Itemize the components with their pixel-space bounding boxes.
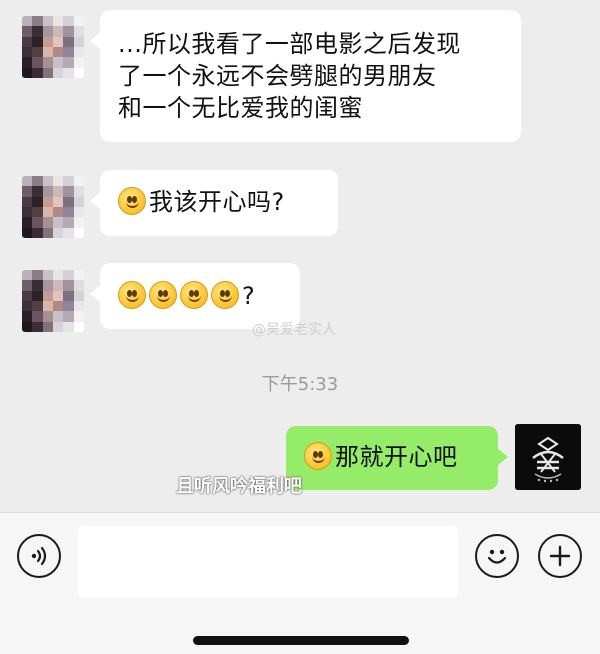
- emoji-button[interactable]: [475, 534, 519, 578]
- message-input[interactable]: [78, 526, 458, 598]
- smile-emoji-icon: [118, 187, 146, 215]
- message-line: 和一个无比爱我的闺蜜: [118, 94, 363, 122]
- watermark-text: @吴爱老实人: [252, 322, 336, 338]
- message-line: ...所以我看了一部电影之后发现: [118, 30, 461, 58]
- more-button[interactable]: [538, 534, 582, 578]
- contact-avatar[interactable]: [22, 270, 84, 332]
- smile-emoji-icon: [118, 281, 146, 309]
- smile-emoji-icon: [211, 281, 239, 309]
- home-indicator[interactable]: [193, 636, 409, 645]
- message-bubble-incoming[interactable]: ...所以我看了一部电影之后发现 了一个永远不会劈腿的男朋友 和一个无比爱我的闺…: [90, 10, 521, 142]
- smile-emoji-icon: [180, 281, 208, 309]
- message-text: ?: [242, 282, 256, 310]
- emoji-icon: [487, 549, 507, 564]
- voice-button[interactable]: [17, 534, 61, 578]
- message-text: 那就开心吧: [335, 443, 458, 471]
- smile-emoji-icon: [149, 281, 177, 309]
- user-avatar[interactable]: [515, 424, 581, 490]
- message-text: 我该开心吗?: [149, 188, 285, 216]
- message-timestamp: 下午5:33: [261, 374, 339, 395]
- contact-avatar[interactable]: [22, 176, 84, 238]
- smile-emoji-icon: [304, 442, 332, 470]
- chat-area: ...所以我看了一部电影之后发现 了一个永远不会劈腿的男朋友 和一个无比爱我的闺…: [0, 0, 600, 512]
- user-avatar-logo-icon: [515, 424, 581, 490]
- contact-avatar[interactable]: [22, 16, 84, 78]
- message-bubble-incoming[interactable]: 我该开心吗?: [90, 170, 338, 236]
- message-line: 了一个永远不会劈腿的男朋友: [118, 62, 437, 90]
- watermark-text-bottom: 且听风吟福利吧: [176, 476, 302, 497]
- plus-icon: [549, 545, 571, 567]
- input-bar: [0, 512, 600, 654]
- message-bubble-outgoing[interactable]: 那就开心吧: [286, 426, 508, 490]
- voice-icon: [31, 546, 47, 566]
